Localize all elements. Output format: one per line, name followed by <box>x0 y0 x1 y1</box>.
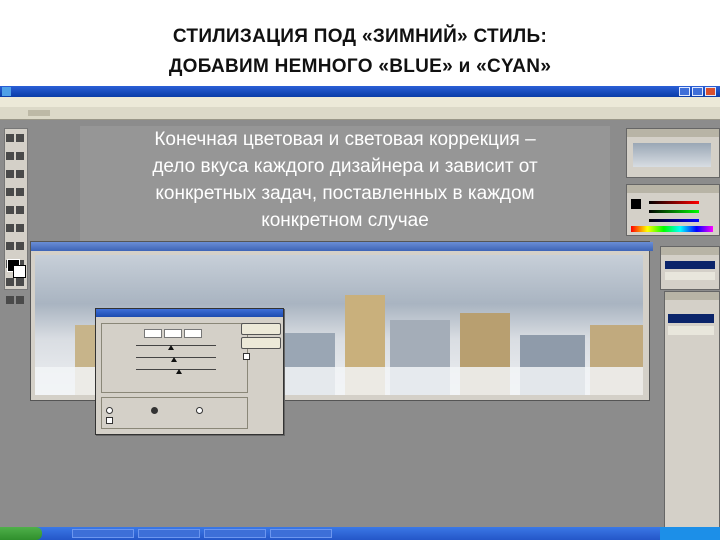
tone-balance-group <box>101 397 248 429</box>
slider-thumb[interactable] <box>168 345 174 350</box>
photoshop-screenshot: Конечная цветовая и световая коррекция –… <box>0 86 720 540</box>
cyan-red-slider[interactable] <box>136 345 216 346</box>
history-panel <box>660 246 720 290</box>
tool-button[interactable] <box>6 188 14 196</box>
tool-button[interactable] <box>6 278 14 286</box>
taskbar-item[interactable] <box>204 529 266 538</box>
taskbar-item[interactable] <box>72 529 134 538</box>
overlay-caption: Конечная цветовая и световая коррекция –… <box>80 126 610 234</box>
tool-button[interactable] <box>6 152 14 160</box>
panel-tab[interactable] <box>627 129 719 137</box>
color-balance-dialog <box>95 308 284 435</box>
menu-bar[interactable] <box>0 97 720 107</box>
tool-button[interactable] <box>16 242 24 250</box>
overlay-line-2: дело вкуса каждого дизайнера и зависит о… <box>152 156 538 177</box>
system-tray <box>660 527 720 540</box>
options-bar <box>0 107 720 120</box>
highlights-radio[interactable] <box>196 407 203 414</box>
history-state[interactable] <box>665 261 715 269</box>
color-level-field[interactable] <box>164 329 182 338</box>
tool-button[interactable] <box>16 188 24 196</box>
start-button[interactable] <box>0 527 42 540</box>
midtones-radio[interactable] <box>151 407 158 414</box>
panel-tab[interactable] <box>627 185 719 193</box>
ok-button[interactable] <box>241 323 281 335</box>
slider-thumb[interactable] <box>176 369 182 374</box>
tool-button[interactable] <box>6 206 14 214</box>
red-slider[interactable] <box>649 201 699 204</box>
tool-button[interactable] <box>6 134 14 142</box>
slide-title-line-2: ДОБАВИМ НЕМНОГО «BLUE» и «CYAN» <box>168 56 552 77</box>
color-ramp[interactable] <box>631 226 713 232</box>
tool-button[interactable] <box>6 242 14 250</box>
slider-thumb[interactable] <box>171 357 177 362</box>
shadows-radio[interactable] <box>106 407 113 414</box>
preview-checkbox[interactable] <box>243 353 250 360</box>
tool-button[interactable] <box>16 278 24 286</box>
navigator-thumbnail <box>633 143 711 167</box>
layers-panel <box>664 291 720 529</box>
slide-title: СТИЛИЗАЦИЯ ПОД «ЗИМНИЙ» СТИЛЬ: ДОБАВИМ Н… <box>0 22 720 82</box>
document-title-bar[interactable] <box>31 242 653 251</box>
blue-slider[interactable] <box>649 219 699 222</box>
overlay-line-1: Конечная цветовая и световая коррекция – <box>154 129 536 150</box>
cancel-button[interactable] <box>241 337 281 349</box>
close-icon[interactable] <box>705 87 716 96</box>
options-bar-control[interactable] <box>28 110 50 116</box>
preserve-luminosity-checkbox[interactable] <box>106 417 113 424</box>
overlay-line-3: конкретных задач, поставленных в каждом <box>155 183 535 204</box>
layer-row[interactable] <box>668 326 714 335</box>
tool-button[interactable] <box>16 224 24 232</box>
overlay-line-4: конкретном случае <box>261 210 429 231</box>
panel-tab[interactable] <box>661 247 719 255</box>
tool-button[interactable] <box>16 134 24 142</box>
panel-tab[interactable] <box>665 292 719 300</box>
tool-button[interactable] <box>16 296 24 304</box>
history-state[interactable] <box>665 272 715 280</box>
taskbar-item[interactable] <box>270 529 332 538</box>
color-level-field[interactable] <box>144 329 162 338</box>
foreground-color-swatch[interactable] <box>631 199 641 209</box>
background-color-swatch[interactable] <box>13 265 26 278</box>
taskbar-item[interactable] <box>138 529 200 538</box>
layer-row[interactable] <box>668 314 714 323</box>
dialog-title-bar[interactable] <box>96 309 283 317</box>
maximize-icon[interactable] <box>692 87 703 96</box>
tool-button[interactable] <box>16 152 24 160</box>
tool-button[interactable] <box>6 296 14 304</box>
window-controls <box>679 87 716 96</box>
tool-button[interactable] <box>16 206 24 214</box>
color-level-field[interactable] <box>184 329 202 338</box>
tool-button[interactable] <box>6 224 14 232</box>
tool-button[interactable] <box>6 170 14 178</box>
toolbox-panel <box>4 128 28 304</box>
color-panel <box>626 184 720 236</box>
photoshop-icon <box>2 87 11 96</box>
minimize-icon[interactable] <box>679 87 690 96</box>
windows-taskbar <box>0 527 720 540</box>
slide-title-line-1: СТИЛИЗАЦИЯ ПОД «ЗИМНИЙ» СТИЛЬ: <box>172 26 548 47</box>
tool-button[interactable] <box>16 170 24 178</box>
green-slider[interactable] <box>649 210 699 213</box>
navigator-panel <box>626 128 720 178</box>
app-title-bar[interactable] <box>0 86 720 97</box>
